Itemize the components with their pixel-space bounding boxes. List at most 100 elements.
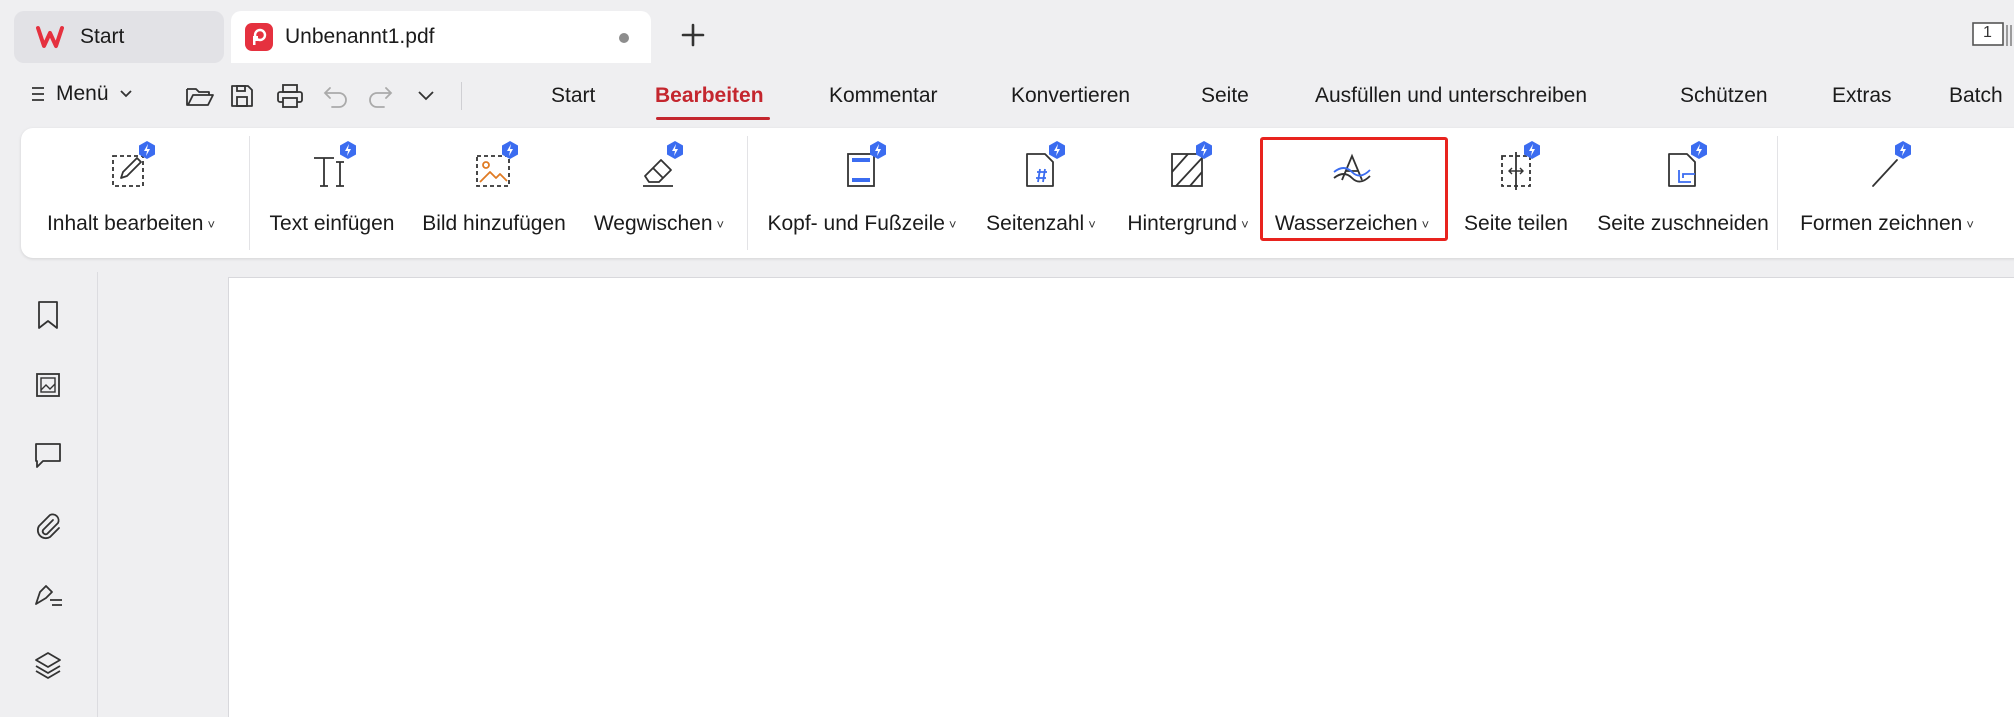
menu-row: Menü Start Bearbeiten Kommentar Konverti…: [0, 64, 2014, 126]
comment-icon: [35, 443, 61, 468]
tab-seite[interactable]: Seite: [1201, 84, 1249, 108]
page-counter[interactable]: 1: [1972, 22, 2014, 48]
eraser-icon: [635, 141, 683, 192]
caret-down-icon: ˅: [948, 216, 957, 232]
chevron-down-icon: [119, 90, 132, 98]
attachment-icon: [36, 513, 60, 540]
edit-content-button[interactable]: Inhalt bearbeiten ˅: [47, 128, 215, 258]
divider: [461, 82, 462, 110]
undo-button[interactable]: [320, 80, 352, 112]
premium-badge-icon: [340, 141, 356, 159]
premium-badge-icon: [1196, 141, 1212, 159]
open-folder-icon: [186, 88, 214, 106]
signature-icon: [35, 585, 62, 606]
insert-text-button[interactable]: Text einfügen: [267, 128, 397, 258]
tab-start-ribbon[interactable]: Start: [551, 84, 595, 108]
split-page-icon: [1492, 141, 1540, 192]
edit-content-icon: [107, 141, 155, 192]
ribbon-divider: [1777, 136, 1778, 250]
add-image-button[interactable]: Bild hinzufügen: [419, 128, 569, 258]
premium-badge-icon: [1691, 141, 1707, 159]
edit-content-label: Inhalt bearbeiten: [46, 212, 204, 235]
tab-konvertieren[interactable]: Konvertieren: [1011, 84, 1130, 108]
wps-logo-icon: [36, 26, 64, 48]
tab-document[interactable]: Unbenannt1.pdf: [231, 11, 651, 63]
add-image-icon: [470, 141, 518, 192]
tab-start[interactable]: Start: [14, 11, 224, 63]
premium-badge-icon: [870, 141, 886, 159]
split-page-label: Seite teilen: [1464, 212, 1568, 235]
premium-badge-icon: [139, 141, 155, 159]
menu-label: Menü: [56, 82, 109, 105]
caret-down-icon: ˅: [1088, 216, 1096, 232]
insert-text-icon: [308, 141, 356, 192]
ribbon-panel: Inhalt bearbeiten ˅ Text einfügen Bild hi…: [21, 128, 2014, 258]
premium-badge-icon: [1895, 141, 1911, 159]
tab-kommentar[interactable]: Kommentar: [829, 84, 938, 108]
sidebar-signatures[interactable]: [32, 579, 64, 611]
tab-document-label: Unbenannt1.pdf: [285, 25, 435, 48]
caret-down-icon: ˅: [1241, 216, 1249, 232]
ribbon-divider: [747, 136, 748, 250]
active-tab-indicator: [656, 117, 770, 120]
caret-down-icon: ˅: [1966, 216, 1974, 232]
undo-icon: [323, 87, 347, 108]
page-number-button[interactable]: Seitenzahl ˅: [981, 128, 1101, 258]
sidebar-bookmarks[interactable]: [32, 299, 64, 331]
draw-shapes-button[interactable]: Formen zeichnen ˅: [1797, 128, 1977, 258]
menu-button[interactable]: Menü: [30, 82, 133, 106]
save-icon: [231, 85, 253, 107]
add-image-label: Bild hinzufügen: [422, 212, 566, 235]
premium-badge-icon: [667, 141, 683, 159]
premium-badge-icon: [1524, 141, 1540, 159]
bookmark-icon: [38, 301, 58, 329]
sidebar-layers[interactable]: [32, 649, 64, 681]
left-sidebar: [0, 272, 98, 717]
tab-start-label: Start: [80, 25, 125, 48]
insert-text-label: Text einfügen: [269, 212, 395, 235]
save-button[interactable]: [226, 80, 258, 112]
redo-button[interactable]: [364, 80, 396, 112]
tab-ausfuellen-unterschreiben[interactable]: Ausfüllen und unterschreiben: [1315, 84, 1587, 108]
crop-page-button[interactable]: Seite zuschneiden: [1593, 128, 1773, 258]
tab-batch[interactable]: Batch: [1949, 84, 2003, 108]
tab-schuetzen[interactable]: Schützen: [1680, 84, 1768, 108]
sidebar-attachments[interactable]: [32, 509, 64, 541]
unsaved-dot-icon[interactable]: [619, 33, 629, 43]
sidebar-comments[interactable]: [32, 439, 64, 471]
eraser-button[interactable]: Wegwischen ˅: [589, 128, 729, 258]
background-icon: [1164, 141, 1212, 192]
plus-icon: [681, 23, 705, 47]
watermark-highlight-box: [1260, 137, 1448, 241]
background-label: Hintergrund: [1127, 212, 1238, 235]
document-page[interactable]: [228, 277, 2014, 717]
premium-badge-icon: [502, 141, 518, 159]
new-tab-button[interactable]: [676, 18, 710, 52]
sidebar-thumbnails[interactable]: [32, 369, 64, 401]
split-page-button[interactable]: Seite teilen: [1457, 128, 1575, 258]
print-icon: [277, 84, 303, 108]
tab-extras[interactable]: Extras: [1832, 84, 1892, 108]
hamburger-icon: [32, 87, 44, 101]
tab-bearbeiten[interactable]: Bearbeiten: [655, 84, 764, 108]
eraser-label: Wegwischen: [593, 212, 713, 235]
tab-bar: Start Unbenannt1.pdf 1: [0, 0, 2014, 64]
open-folder-button[interactable]: [184, 80, 216, 112]
quick-access-more-button[interactable]: [410, 80, 442, 112]
background-button[interactable]: Hintergrund ˅: [1121, 128, 1255, 258]
chevron-down-icon: [418, 91, 434, 101]
premium-badge-icon: [1049, 141, 1065, 159]
caret-down-icon: ˅: [716, 216, 725, 232]
pdf-logo-icon: [245, 23, 273, 51]
thumbnail-icon: [36, 373, 60, 397]
redo-icon: [369, 87, 393, 108]
print-button[interactable]: [274, 80, 306, 112]
layers-icon: [35, 652, 61, 679]
draw-shapes-label: Formen zeichnen: [1800, 212, 1963, 235]
header-footer-icon: [838, 141, 886, 192]
page-number-label: Seitenzahl: [986, 212, 1085, 235]
header-footer-button[interactable]: Kopf- und Fußzeile ˅: [767, 128, 957, 258]
page-counter-value: 1: [1983, 24, 1992, 41]
crop-page-label: Seite zuschneiden: [1597, 212, 1769, 235]
header-footer-label: Kopf- und Fußzeile: [767, 212, 945, 235]
